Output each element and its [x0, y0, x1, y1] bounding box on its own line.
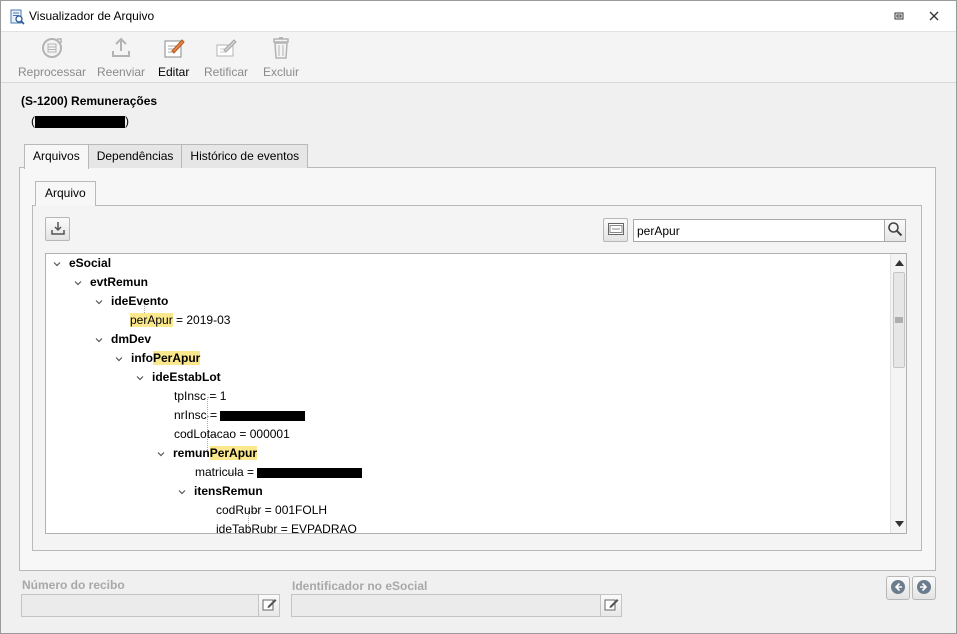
tree-leaf[interactable]: nrInsc = — [174, 406, 306, 425]
file-viewer-window: Visualizador de Arquivo Reprocessar Reen… — [0, 0, 957, 634]
tree-leaf[interactable]: codLotacao = 000001 — [174, 425, 290, 444]
receipt-edit-button[interactable] — [258, 594, 280, 617]
redacted-block — [35, 115, 125, 128]
delete-label: Excluir — [263, 65, 300, 79]
redacted-block — [220, 410, 306, 421]
edit-icon — [262, 597, 277, 615]
tab-dependencias[interactable]: Dependências — [87, 144, 183, 168]
chevron-down-icon[interactable] — [52, 254, 62, 273]
tree-node[interactable]: ideEvento — [94, 292, 168, 311]
rectify-icon — [214, 36, 238, 60]
chevron-down-icon[interactable] — [114, 349, 124, 368]
resend-button[interactable]: Reenviar — [97, 36, 145, 82]
previous-button[interactable] — [886, 576, 910, 600]
receipt-number-field[interactable] — [21, 594, 259, 617]
tree-leaf[interactable]: tpInsc = 1 — [174, 387, 226, 406]
scroll-thumb[interactable] — [893, 272, 905, 368]
trash-icon — [269, 36, 293, 60]
chevron-down-icon[interactable] — [156, 444, 166, 463]
inner-tabs: Arquivo — [35, 181, 96, 206]
upload-icon — [109, 36, 133, 60]
next-button[interactable] — [912, 576, 936, 600]
scroll-down-icon[interactable] — [891, 516, 906, 532]
xml-tree: eSocial evtRemun ideEvento perApur = 201… — [45, 253, 907, 534]
chevron-down-icon[interactable] — [94, 330, 104, 349]
tree-leaf[interactable]: matricula = — [195, 463, 363, 482]
chevron-down-icon[interactable] — [135, 368, 145, 387]
edit-icon — [162, 36, 186, 60]
download-icon — [50, 220, 66, 239]
event-title: (S-1200) Remunerações — [21, 94, 158, 108]
keyboard-icon — [607, 222, 624, 238]
resend-label: Reenviar — [97, 65, 146, 79]
edit-icon — [604, 597, 619, 615]
tree-leaf[interactable]: codRubr = 001FOLH — [216, 501, 327, 520]
arrow-left-icon — [890, 579, 906, 598]
search-input[interactable] — [633, 219, 885, 242]
tree-node[interactable]: dmDev — [94, 330, 151, 349]
main-tabs: Arquivos Dependências Histórico de event… — [24, 144, 309, 169]
reprocess-label: Reprocessar — [18, 65, 87, 79]
reprocess-button[interactable]: Reprocessar — [18, 36, 86, 82]
edit-button[interactable]: Editar — [158, 36, 189, 82]
file-viewer-icon — [9, 9, 25, 25]
chevron-down-icon[interactable] — [94, 292, 104, 311]
rectify-label: Retificar — [204, 65, 249, 79]
restore-icon[interactable] — [888, 7, 910, 25]
tree-scrollbar[interactable] — [890, 254, 906, 533]
redacted-block — [257, 467, 363, 478]
tree-node[interactable]: remunPerApur — [156, 444, 258, 463]
esocial-id-label: Identificador no eSocial — [292, 579, 428, 593]
title-bar: Visualizador de Arquivo — [1, 1, 956, 31]
tree-leaf[interactable]: ideTabRubr = EVPADRAO — [216, 520, 357, 533]
download-button[interactable] — [45, 217, 70, 241]
scroll-up-icon[interactable] — [891, 255, 906, 271]
edit-label: Editar — [158, 65, 190, 79]
esocial-id-edit-button[interactable] — [600, 594, 622, 617]
tab-arquivos[interactable]: Arquivos — [24, 144, 89, 169]
tree-content: eSocial evtRemun ideEvento perApur = 201… — [46, 254, 890, 533]
tab-historico-eventos[interactable]: Histórico de eventos — [181, 144, 309, 168]
arrow-right-icon — [916, 579, 932, 598]
close-icon[interactable] — [923, 7, 945, 25]
delete-button[interactable]: Excluir — [263, 36, 299, 82]
event-subtitle: () — [31, 114, 129, 128]
tree-node[interactable]: ideEstabLot — [135, 368, 221, 387]
tree-node[interactable]: infoPerApur — [114, 349, 201, 368]
window-title: Visualizador de Arquivo — [29, 9, 155, 23]
tree-leaf[interactable]: perApur = 2019-03 — [130, 311, 230, 330]
esocial-id-field[interactable] — [291, 594, 601, 617]
keyboard-button[interactable] — [603, 218, 628, 242]
receipt-number-label: Número do recibo — [22, 578, 125, 592]
search-icon — [887, 221, 903, 240]
chevron-down-icon[interactable] — [73, 273, 83, 292]
tree-node[interactable]: eSocial — [52, 254, 111, 273]
tab-arquivo[interactable]: Arquivo — [35, 181, 96, 206]
toolbar: Reprocessar Reenviar Editar Retificar Ex… — [1, 31, 956, 83]
search-button[interactable] — [884, 219, 906, 242]
tree-node[interactable]: evtRemun — [73, 273, 148, 292]
rectify-button[interactable]: Retificar — [204, 36, 248, 82]
tree-node[interactable]: itensRemun — [177, 482, 263, 501]
reprocess-icon — [40, 36, 64, 60]
chevron-down-icon[interactable] — [177, 482, 187, 501]
